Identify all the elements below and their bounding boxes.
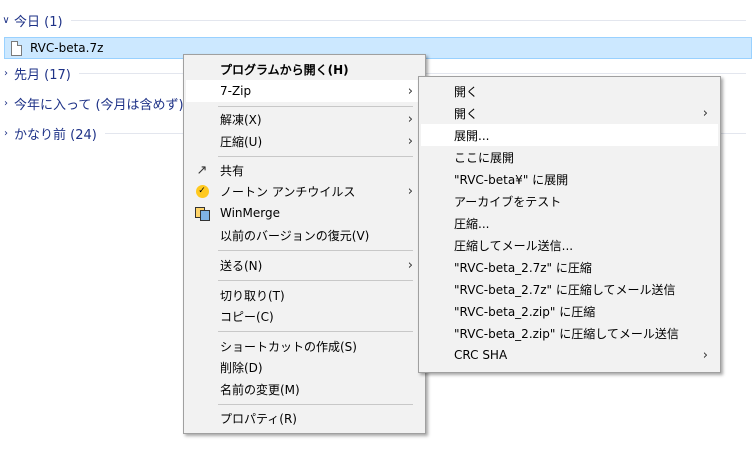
menu-separator bbox=[218, 331, 413, 332]
menu-item-label: 開く bbox=[454, 84, 479, 99]
menu-item-norton[interactable]: ✓ ノートン アンチウイルス › bbox=[186, 180, 423, 202]
submenu-item-compress-7z-email[interactable]: "RVC-beta_2.7z" に圧縮してメール送信 bbox=[421, 278, 718, 300]
menu-separator bbox=[218, 404, 413, 405]
norton-icon: ✓ bbox=[194, 183, 210, 199]
group-label: 今年に入って (今月は含めず) ( bbox=[14, 97, 193, 113]
7zip-submenu: 開く 開く › 展開... ここに展開 "RVC-beta¥" に展開 アーカイ… bbox=[418, 76, 721, 373]
menu-item-7zip[interactable]: 7-Zip › bbox=[186, 80, 423, 102]
submenu-item-crc-sha[interactable]: CRC SHA › bbox=[421, 344, 718, 366]
menu-item-delete[interactable]: 削除(D) bbox=[186, 356, 423, 378]
menu-separator bbox=[218, 250, 413, 251]
chevron-right-icon: › bbox=[407, 133, 413, 149]
submenu-item-compress-zip-email[interactable]: "RVC-beta_2.zip" に圧縮してメール送信 bbox=[421, 322, 718, 344]
submenu-item-compress-and-email[interactable]: 圧縮してメール送信... bbox=[421, 234, 718, 256]
winmerge-icon bbox=[194, 205, 210, 221]
menu-item-label: CRC SHA bbox=[454, 348, 508, 362]
chevron-right-icon: › bbox=[702, 347, 708, 363]
group-label: 今日 (1) bbox=[14, 14, 63, 30]
menu-item-label: "RVC-beta_2.zip" に圧縮してメール送信 bbox=[454, 326, 679, 341]
menu-item-share[interactable]: ↗ 共有 bbox=[186, 159, 423, 181]
submenu-item-extract-files[interactable]: 展開... bbox=[421, 124, 718, 146]
menu-item-label: アーカイブをテスト bbox=[454, 194, 562, 209]
group-divider bbox=[70, 19, 746, 21]
menu-item-label: ショートカットの作成(S) bbox=[220, 339, 357, 354]
menu-item-copy[interactable]: コピー(C) bbox=[186, 305, 423, 327]
menu-item-label: プロパティ(R) bbox=[220, 411, 297, 426]
menu-item-cut[interactable]: 切り取り(T) bbox=[186, 284, 423, 306]
file-name: RVC-beta.7z bbox=[30, 41, 104, 55]
menu-item-restore-previous[interactable]: 以前のバージョンの復元(V) bbox=[186, 224, 423, 246]
menu-item-label: 圧縮してメール送信... bbox=[454, 238, 574, 253]
menu-item-label: 以前のバージョンの復元(V) bbox=[220, 228, 370, 243]
menu-item-label: 圧縮(U) bbox=[220, 134, 263, 149]
menu-item-label: "RVC-beta¥" に展開 bbox=[454, 172, 569, 187]
menu-item-label: 名前の変更(M) bbox=[220, 382, 300, 397]
submenu-item-add-to-archive[interactable]: 圧縮... bbox=[421, 212, 718, 234]
menu-item-label: 送る(N) bbox=[220, 258, 263, 273]
file-icon bbox=[11, 40, 22, 56]
menu-item-open-with[interactable]: プログラムから開く(H) bbox=[186, 58, 423, 80]
group-header-today[interactable]: ∨ 今日 (1) bbox=[0, 9, 752, 31]
menu-item-compress[interactable]: 圧縮(U) › bbox=[186, 130, 423, 152]
submenu-item-open-sub[interactable]: 開く › bbox=[421, 102, 718, 124]
chevron-right-icon: › bbox=[407, 257, 413, 273]
chevron-right-icon[interactable]: › bbox=[0, 128, 12, 139]
chevron-right-icon: › bbox=[407, 111, 413, 127]
chevron-right-icon: › bbox=[702, 105, 708, 121]
menu-item-extract[interactable]: 解凍(X) › bbox=[186, 108, 423, 130]
menu-item-properties[interactable]: プロパティ(R) bbox=[186, 407, 423, 429]
menu-item-rename[interactable]: 名前の変更(M) bbox=[186, 378, 423, 400]
menu-item-label: 切り取り(T) bbox=[220, 288, 285, 303]
menu-item-label: コピー(C) bbox=[220, 309, 274, 324]
menu-separator bbox=[218, 106, 413, 107]
menu-item-label: "RVC-beta_2.zip" に圧縮 bbox=[454, 304, 596, 319]
submenu-item-open[interactable]: 開く bbox=[421, 80, 718, 102]
submenu-item-compress-7z[interactable]: "RVC-beta_2.7z" に圧縮 bbox=[421, 256, 718, 278]
menu-item-label: 展開... bbox=[454, 128, 490, 143]
chevron-down-icon[interactable]: ∨ bbox=[0, 15, 12, 26]
menu-item-label: WinMerge bbox=[220, 206, 280, 220]
menu-item-winmerge[interactable]: WinMerge bbox=[186, 202, 423, 224]
share-icon: ↗ bbox=[196, 162, 208, 178]
menu-item-label: 開く bbox=[454, 106, 479, 121]
submenu-item-extract-to-folder[interactable]: "RVC-beta¥" に展開 bbox=[421, 168, 718, 190]
chevron-right-icon: › bbox=[407, 183, 413, 199]
submenu-item-extract-here[interactable]: ここに展開 bbox=[421, 146, 718, 168]
chevron-right-icon[interactable]: › bbox=[0, 68, 12, 79]
menu-item-create-shortcut[interactable]: ショートカットの作成(S) bbox=[186, 335, 423, 357]
menu-item-label: "RVC-beta_2.7z" に圧縮してメール送信 bbox=[454, 282, 676, 297]
menu-item-label: 圧縮... bbox=[454, 216, 490, 231]
group-label: かなり前 (24) bbox=[14, 127, 97, 143]
menu-item-label: "RVC-beta_2.7z" に圧縮 bbox=[454, 260, 592, 275]
submenu-item-compress-zip[interactable]: "RVC-beta_2.zip" に圧縮 bbox=[421, 300, 718, 322]
menu-item-label: ノートン アンチウイルス bbox=[220, 184, 356, 199]
menu-separator bbox=[218, 280, 413, 281]
chevron-right-icon: › bbox=[407, 83, 413, 99]
menu-item-label: 削除(D) bbox=[220, 360, 263, 375]
menu-item-label: 共有 bbox=[220, 163, 245, 178]
group-label: 先月 (17) bbox=[14, 67, 71, 83]
submenu-item-test-archive[interactable]: アーカイブをテスト bbox=[421, 190, 718, 212]
context-menu: プログラムから開く(H) 7-Zip › 解凍(X) › 圧縮(U) › ↗ 共… bbox=[183, 54, 426, 434]
chevron-right-icon[interactable]: › bbox=[0, 98, 12, 109]
menu-item-send-to[interactable]: 送る(N) › bbox=[186, 254, 423, 276]
menu-item-label: 解凍(X) bbox=[220, 112, 262, 127]
menu-item-label: プログラムから開く(H) bbox=[220, 62, 349, 77]
menu-separator bbox=[218, 156, 413, 157]
menu-item-label: ここに展開 bbox=[454, 150, 515, 165]
menu-item-label: 7-Zip bbox=[220, 84, 252, 98]
